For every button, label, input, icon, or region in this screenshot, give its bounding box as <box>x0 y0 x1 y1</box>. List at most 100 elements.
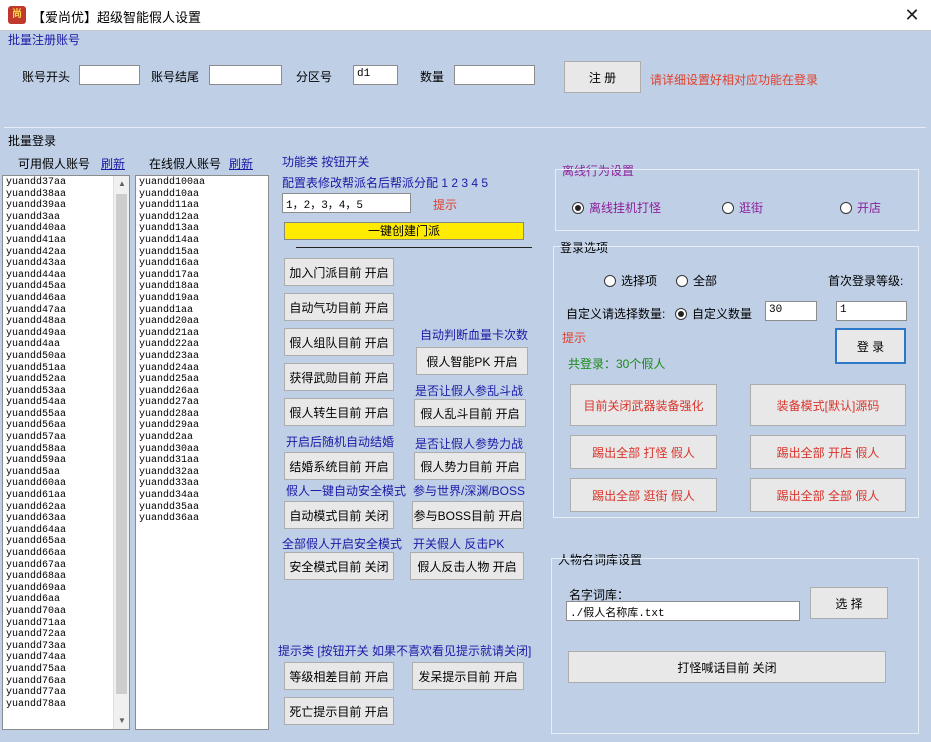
list-item[interactable]: yuandd44aa <box>3 270 129 282</box>
list-item[interactable]: yuandd22aa <box>136 339 268 351</box>
faction-toggle[interactable]: 假人势力目前 开启 <box>414 452 526 480</box>
register-button[interactable]: 注 册 <box>564 61 641 93</box>
login-radio-select[interactable]: 选择项 <box>604 272 657 289</box>
list-item[interactable]: yuandd43aa <box>3 258 129 270</box>
list-item[interactable]: yuandd17aa <box>136 270 268 282</box>
list-item[interactable]: yuandd71aa <box>3 618 129 630</box>
list-item[interactable]: yuandd66aa <box>3 548 129 560</box>
list-item[interactable]: yuandd100aa <box>136 177 268 189</box>
marriage-toggle[interactable]: 结婚系统目前 开启 <box>284 452 394 480</box>
list-item[interactable]: yuandd26aa <box>136 386 268 398</box>
list-item[interactable]: yuandd32aa <box>136 467 268 479</box>
list-item[interactable]: yuandd21aa <box>136 328 268 340</box>
list-item[interactable]: yuandd60aa <box>3 478 129 490</box>
list-item[interactable]: yuandd75aa <box>3 664 129 676</box>
list-item[interactable]: yuandd36aa <box>136 513 268 525</box>
list-item[interactable]: yuandd27aa <box>136 397 268 409</box>
available-refresh-link[interactable]: 刷新 <box>101 155 125 172</box>
auto-mode-toggle[interactable]: 自动模式目前 关闭 <box>284 501 394 529</box>
list-item[interactable]: yuandd11aa <box>136 200 268 212</box>
list-item[interactable]: yuandd5aa <box>3 467 129 479</box>
list-item[interactable]: yuandd64aa <box>3 525 129 537</box>
online-accounts-list[interactable]: yuandd100aa yuandd10aa yuandd11aa yuandd12a… <box>135 175 269 730</box>
smart-pk-toggle[interactable]: 假人智能PK 开启 <box>416 347 528 375</box>
list-item[interactable]: yuandd2aa <box>136 432 268 444</box>
afk-tip-toggle[interactable]: 发呆提示目前 开启 <box>412 662 524 690</box>
list-item[interactable]: yuandd47aa <box>3 305 129 317</box>
counter-toggle[interactable]: 假人反击人物 开启 <box>410 552 524 580</box>
list-item[interactable]: yuandd12aa <box>136 212 268 224</box>
list-item[interactable]: yuandd24aa <box>136 363 268 375</box>
list-item[interactable]: yuandd51aa <box>3 363 129 375</box>
list-item[interactable]: yuandd65aa <box>3 536 129 548</box>
scroll-down-icon[interactable]: ▼ <box>114 713 129 729</box>
list-item[interactable]: yuandd28aa <box>136 409 268 421</box>
list-item[interactable]: yuandd62aa <box>3 502 129 514</box>
dict-select-button[interactable]: 选 择 <box>810 587 888 619</box>
list-item[interactable]: yuandd63aa <box>3 513 129 525</box>
list-item[interactable]: yuandd15aa <box>136 247 268 259</box>
list-item[interactable]: yuandd19aa <box>136 293 268 305</box>
list-item[interactable]: yuandd45aa <box>3 281 129 293</box>
list-item[interactable]: yuandd56aa <box>3 420 129 432</box>
list-item[interactable]: yuandd10aa <box>136 189 268 201</box>
list-item[interactable]: yuandd57aa <box>3 432 129 444</box>
create-sect-button[interactable]: 一键创建门派 <box>284 222 524 240</box>
list-item[interactable]: yuandd68aa <box>3 571 129 583</box>
list-item[interactable]: yuandd25aa <box>136 374 268 386</box>
available-list-scrollbar[interactable]: ▲ ▼ <box>113 176 129 729</box>
list-item[interactable]: yuandd6aa <box>3 594 129 606</box>
list-item[interactable]: yuandd52aa <box>3 374 129 386</box>
kick-fight-button[interactable]: 踢出全部 打怪 假人 <box>570 435 717 469</box>
level-gap-toggle[interactable]: 等级相差目前 开启 <box>284 662 394 690</box>
offline-radio-shop[interactable]: 开店 <box>840 199 881 216</box>
list-item[interactable]: yuandd16aa <box>136 258 268 270</box>
list-item[interactable]: yuandd76aa <box>3 676 129 688</box>
config-input[interactable]: 1，2，3，4，5 <box>282 193 411 213</box>
offline-radio-stroll[interactable]: 逛街 <box>722 199 763 216</box>
list-item[interactable]: yuandd4aa <box>3 339 129 351</box>
list-item[interactable]: yuandd13aa <box>136 223 268 235</box>
list-item[interactable]: yuandd41aa <box>3 235 129 247</box>
list-item[interactable]: yuandd34aa <box>136 490 268 502</box>
list-item[interactable]: yuandd48aa <box>3 316 129 328</box>
zone-input[interactable]: d1 <box>353 65 398 85</box>
login-button[interactable]: 登 录 <box>835 328 906 364</box>
list-item[interactable]: yuandd59aa <box>3 455 129 467</box>
list-item[interactable]: yuandd20aa <box>136 316 268 328</box>
kick-stroll-button[interactable]: 踢出全部 逛街 假人 <box>570 478 717 512</box>
account-end-input[interactable] <box>209 65 282 85</box>
auto-qigong-toggle[interactable]: 自动气功目前 开启 <box>284 293 394 321</box>
list-item[interactable]: yuandd61aa <box>3 490 129 502</box>
custom-count-input[interactable]: 30 <box>765 301 817 321</box>
list-item[interactable]: yuandd53aa <box>3 386 129 398</box>
list-item[interactable]: yuandd42aa <box>3 247 129 259</box>
list-item[interactable]: yuandd18aa <box>136 281 268 293</box>
list-item[interactable]: yuandd74aa <box>3 652 129 664</box>
close-icon[interactable]: ✕ <box>896 2 928 28</box>
first-level-input[interactable]: 1 <box>836 301 907 321</box>
list-item[interactable]: yuandd23aa <box>136 351 268 363</box>
list-item[interactable]: yuandd35aa <box>136 502 268 514</box>
list-item[interactable]: yuandd29aa <box>136 420 268 432</box>
list-item[interactable]: yuandd78aa <box>3 699 129 711</box>
count-input[interactable] <box>454 65 535 85</box>
kick-shop-button[interactable]: 踢出全部 开店 假人 <box>750 435 906 469</box>
list-item[interactable]: yuandd54aa <box>3 397 129 409</box>
weapon-enhance-button[interactable]: 目前关闭武器装备强化 <box>570 384 717 426</box>
list-item[interactable]: yuandd77aa <box>3 687 129 699</box>
safe-mode-toggle[interactable]: 安全模式目前 关闭 <box>284 552 394 580</box>
available-accounts-list[interactable]: yuandd37aa yuandd38aa yuandd39aa yuandd3aa y… <box>2 175 130 730</box>
brawl-toggle[interactable]: 假人乱斗目前 开启 <box>414 399 526 427</box>
list-item[interactable]: yuandd3aa <box>3 212 129 224</box>
team-toggle[interactable]: 假人组队目前 开启 <box>284 328 394 356</box>
login-radio-all[interactable]: 全部 <box>676 272 717 289</box>
account-start-input[interactable] <box>79 65 140 85</box>
list-item[interactable]: yuandd39aa <box>3 200 129 212</box>
list-item[interactable]: yuandd46aa <box>3 293 129 305</box>
list-item[interactable]: yuandd31aa <box>136 455 268 467</box>
list-item[interactable]: yuandd50aa <box>3 351 129 363</box>
join-sect-toggle[interactable]: 加入门派目前 开启 <box>284 258 394 286</box>
equip-mode-button[interactable]: 装备模式[默认]源码 <box>750 384 906 426</box>
list-item[interactable]: yuandd30aa <box>136 444 268 456</box>
